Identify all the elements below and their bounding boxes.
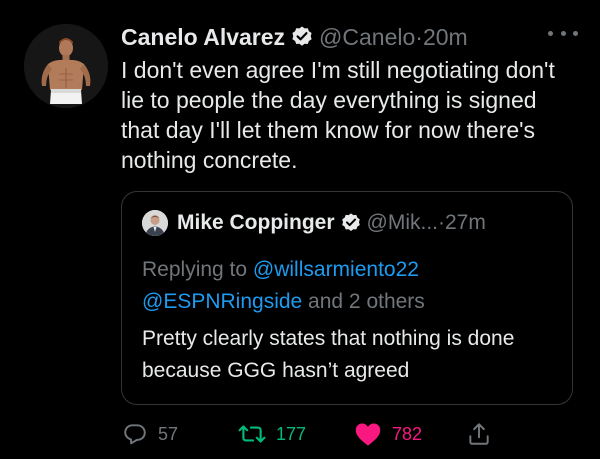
quoted-tweet[interactable]: Mike Coppinger @Mik... · 27m Replying to… bbox=[121, 191, 573, 405]
tweet[interactable]: Canelo Alvarez @Canelo · 20m I don't eve… bbox=[0, 0, 600, 459]
separator-dot: · bbox=[415, 23, 423, 50]
share-icon bbox=[466, 421, 492, 447]
replying-to: Replying to @willsarmiento22 @ESPNRingsid… bbox=[142, 254, 562, 318]
mention-link[interactable]: @ESPNRingside bbox=[142, 290, 302, 313]
tweet-header: Canelo Alvarez @Canelo · 20m bbox=[121, 20, 468, 54]
retweet-button[interactable]: 177 bbox=[238, 416, 306, 452]
share-button[interactable] bbox=[466, 416, 492, 452]
retweet-icon bbox=[238, 421, 266, 447]
author-name[interactable]: Canelo Alvarez bbox=[121, 24, 285, 51]
tweet-timestamp[interactable]: 20m bbox=[423, 24, 468, 51]
mention-link[interactable]: @willsarmiento22 bbox=[253, 258, 419, 281]
reply-button[interactable]: 57 bbox=[122, 416, 178, 452]
retweet-count: 177 bbox=[276, 423, 307, 444]
author-avatar[interactable] bbox=[24, 24, 108, 108]
separator-dot: · bbox=[438, 211, 445, 234]
action-bar: 57 177 782 bbox=[0, 416, 600, 452]
verified-badge-icon bbox=[290, 25, 314, 49]
like-count: 782 bbox=[392, 423, 423, 444]
replying-suffix[interactable]: and 2 others bbox=[302, 290, 425, 313]
replying-prefix: Replying to bbox=[142, 258, 253, 281]
quoted-tweet-timestamp[interactable]: 27m bbox=[445, 211, 486, 235]
quoted-author-handle[interactable]: @Mik... bbox=[367, 211, 438, 235]
more-horizontal-icon[interactable] bbox=[548, 26, 578, 40]
heart-filled-icon bbox=[354, 421, 382, 447]
reply-count: 57 bbox=[158, 423, 179, 444]
quoted-author-name[interactable]: Mike Coppinger bbox=[177, 211, 335, 235]
like-button[interactable]: 782 bbox=[354, 416, 422, 452]
quoted-author-avatar[interactable] bbox=[142, 210, 168, 236]
verified-badge-icon bbox=[340, 212, 362, 234]
author-handle[interactable]: @Canelo bbox=[319, 24, 415, 51]
quoted-tweet-text: Pretty clearly states that nothing is do… bbox=[142, 327, 515, 382]
quoted-tweet-header: Mike Coppinger @Mik... · 27m bbox=[142, 207, 486, 239]
reply-icon bbox=[122, 421, 148, 447]
tweet-text: I don't even agree I'm still negotiating… bbox=[121, 57, 555, 173]
